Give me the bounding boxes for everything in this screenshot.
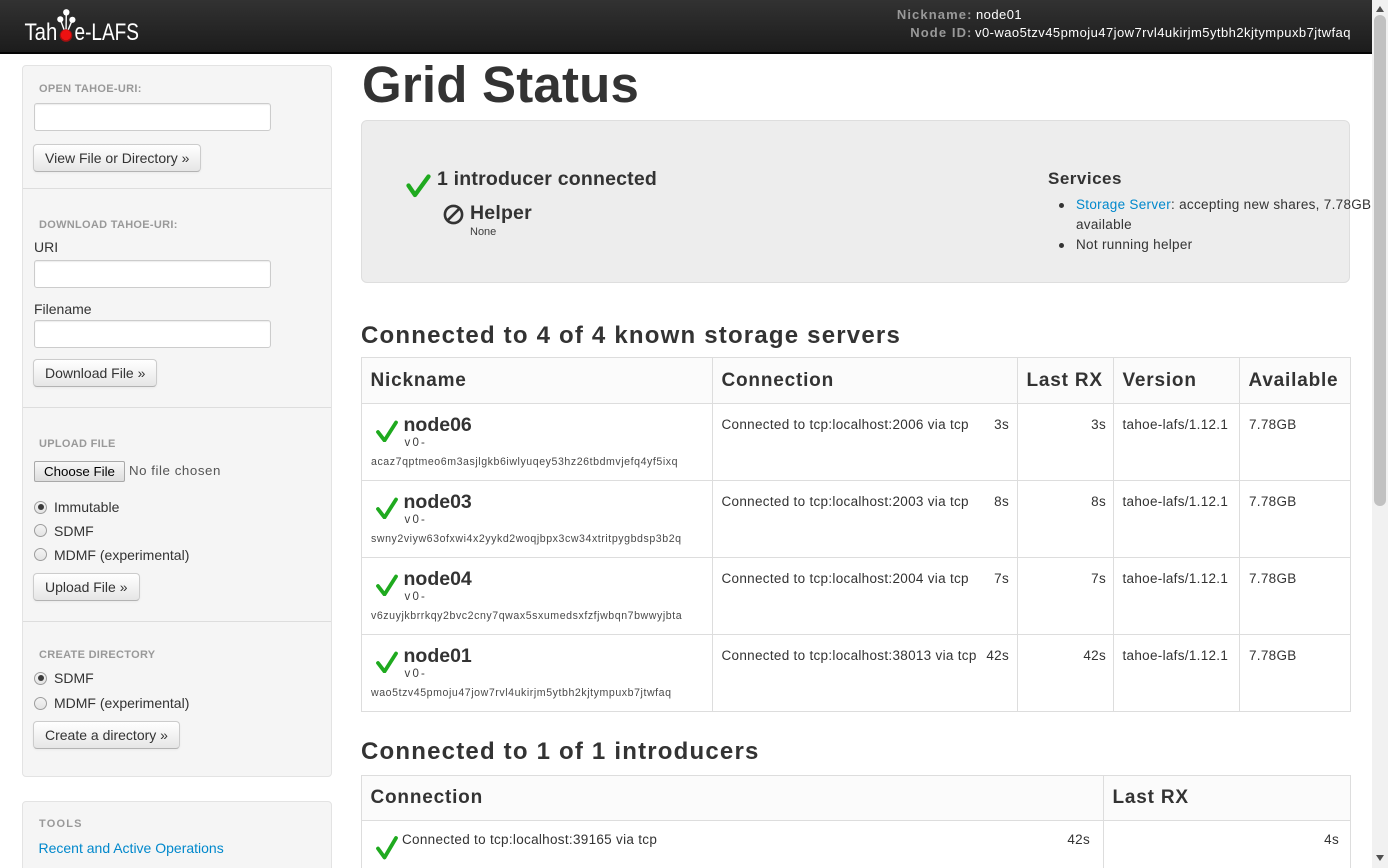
svg-text:Tah: Tah	[25, 19, 58, 46]
svg-text:e-LAFS: e-LAFS	[75, 19, 140, 46]
